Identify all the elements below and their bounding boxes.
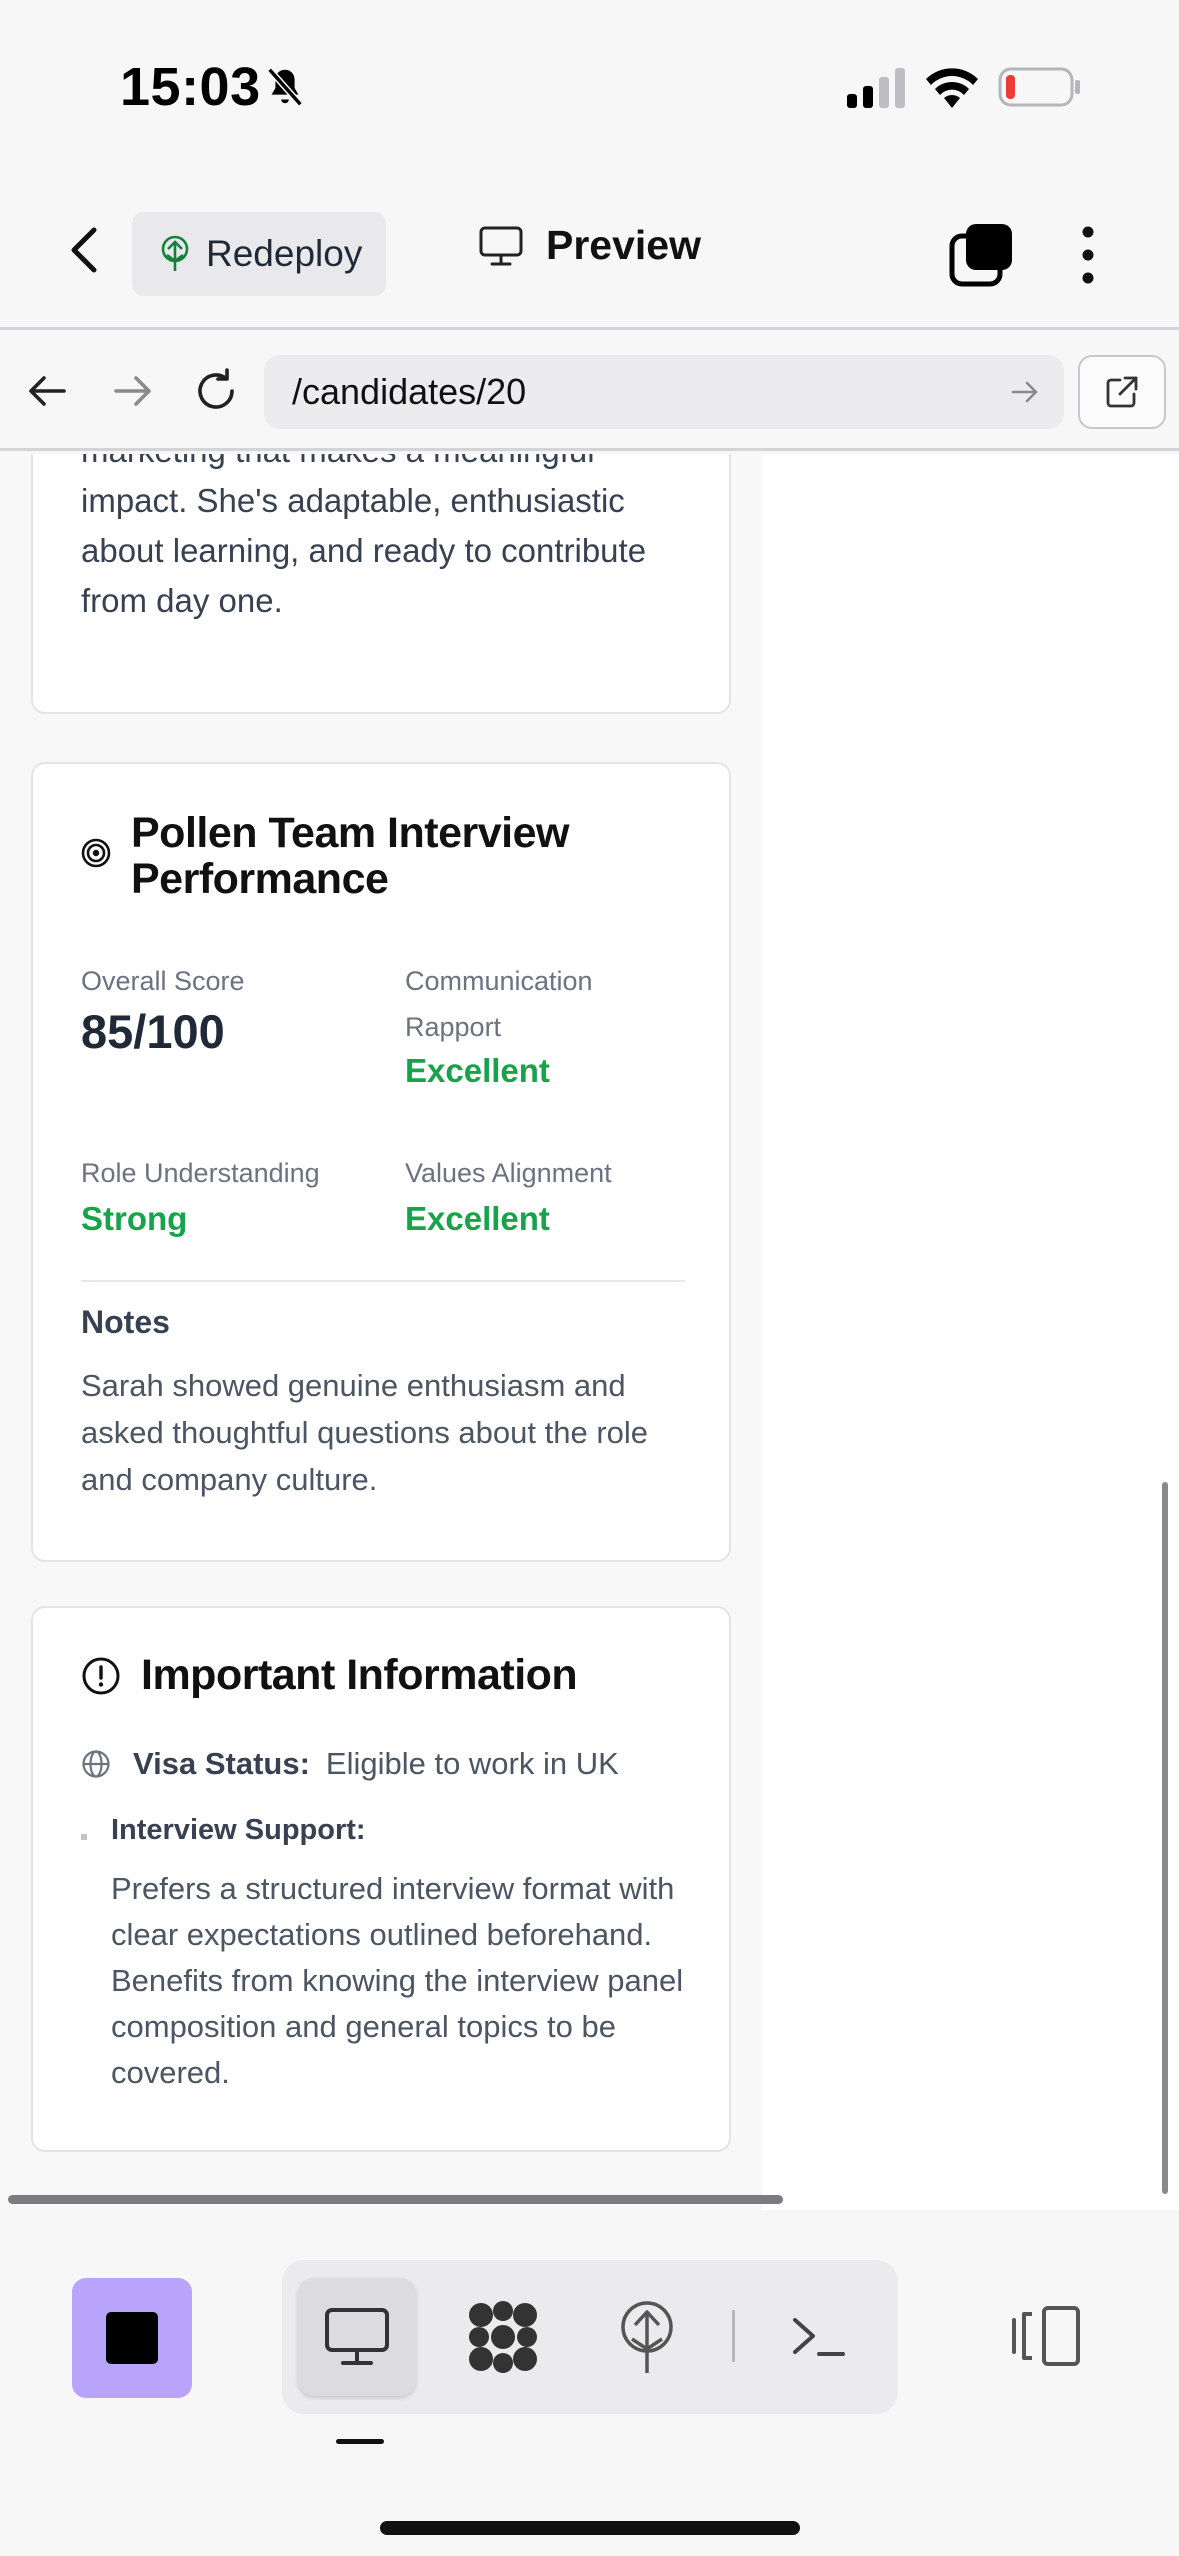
redeploy-button[interactable]: Redeploy [132, 212, 386, 296]
notes-text: Sarah showed genuine enthusiasm and aske… [81, 1368, 649, 1497]
values-alignment-value: Excellent [405, 1200, 550, 1237]
canvas-view-button[interactable] [444, 2278, 562, 2396]
browser-toolbar: /candidates/20 [0, 333, 1179, 451]
stop-button[interactable] [72, 2278, 192, 2398]
app-header: Redeploy Preview [0, 170, 1179, 330]
globe-icon [82, 1750, 110, 1778]
interview-performance-card: Pollen Team Interview Performance Overal… [31, 762, 731, 1562]
summary-card: marketing that makes a meaningful impact… [31, 454, 731, 714]
info-card-title: Important Information [141, 1651, 578, 1699]
external-link-icon [1106, 376, 1138, 408]
important-information-card: Important Information Visa Status: Eligi… [31, 1606, 731, 2152]
vertical-scrollbar[interactable] [1162, 1482, 1168, 2194]
overall-score-label: Overall Score [81, 966, 245, 996]
preview-label: Preview [546, 222, 701, 268]
grid-blob-icon [469, 2301, 537, 2373]
role-understanding-label: Role Understanding [81, 1158, 320, 1188]
interview-support-text: Prefers a structured interview format wi… [111, 1871, 684, 2090]
page-content[interactable]: marketing that makes a meaningful impact… [0, 454, 762, 2210]
monitor-icon [325, 2308, 389, 2365]
right-panel [762, 454, 1179, 2210]
preview-view-button[interactable] [298, 2278, 416, 2396]
browser-forward-icon[interactable] [106, 365, 158, 417]
visa-status-label: Visa Status: [133, 1746, 310, 1781]
url-bar[interactable]: /candidates/20 [264, 355, 1064, 429]
preview-toggle[interactable]: Preview [478, 222, 701, 269]
target-icon [81, 838, 111, 868]
divider [81, 1280, 685, 1282]
back-chevron-icon[interactable] [56, 220, 116, 280]
stop-icon [106, 2312, 158, 2364]
status-bar: 15:03 [0, 0, 1179, 170]
bell-off-icon [267, 67, 303, 107]
bottom-toolbar [0, 2212, 1179, 2556]
interview-card-title: Pollen Team Interview Performance [131, 809, 569, 903]
home-indicator[interactable] [380, 2521, 800, 2535]
redeploy-label: Redeploy [206, 233, 363, 274]
panel-toggle-icon[interactable] [1010, 2304, 1082, 2368]
active-tab-indicator [336, 2439, 384, 2444]
tree-deploy-icon [621, 2301, 673, 2373]
visa-status-row: Visa Status: Eligible to work in UK [81, 1746, 619, 1782]
interview-support-label: Interview Support: [111, 1814, 366, 1846]
horizontal-scrollbar[interactable] [8, 2195, 783, 2204]
go-arrow-icon[interactable] [1008, 375, 1042, 409]
visa-status-value: Eligible to work in UK [325, 1746, 619, 1781]
notes-heading: Notes [81, 1304, 170, 1340]
terminal-view-button[interactable] [760, 2278, 878, 2396]
communication-value: Excellent [405, 1052, 550, 1089]
url-text: /candidates/20 [292, 371, 527, 412]
overall-score-value: 85/100 [81, 1005, 225, 1058]
browser-back-icon[interactable] [22, 365, 74, 417]
more-vertical-icon[interactable] [1070, 222, 1110, 288]
role-understanding-value: Strong [81, 1200, 188, 1237]
terminal-icon [793, 2318, 845, 2356]
interview-card-header: Pollen Team Interview Performance [81, 810, 651, 902]
summary-text: marketing that makes a meaningful impact… [81, 454, 647, 619]
tree-deploy-icon [161, 235, 189, 271]
deploy-view-button[interactable] [588, 2278, 706, 2396]
wifi-icon [926, 68, 978, 108]
monitor-icon [479, 226, 523, 265]
signal-icon [847, 68, 905, 108]
reload-icon[interactable] [190, 365, 242, 417]
tabs-icon[interactable] [948, 222, 1014, 288]
clock: 15:03 [120, 57, 261, 117]
communication-label: Communication Rapport [405, 966, 593, 1042]
bullet-marker [81, 1834, 87, 1840]
alert-circle-icon [82, 1657, 120, 1695]
values-alignment-label: Values Alignment [405, 1158, 612, 1188]
info-card-header: Important Information [81, 1651, 578, 1699]
open-external-button[interactable] [1078, 355, 1166, 429]
view-switcher [282, 2260, 898, 2414]
battery-icon [998, 67, 1080, 107]
toolbar-separator [732, 2310, 735, 2362]
